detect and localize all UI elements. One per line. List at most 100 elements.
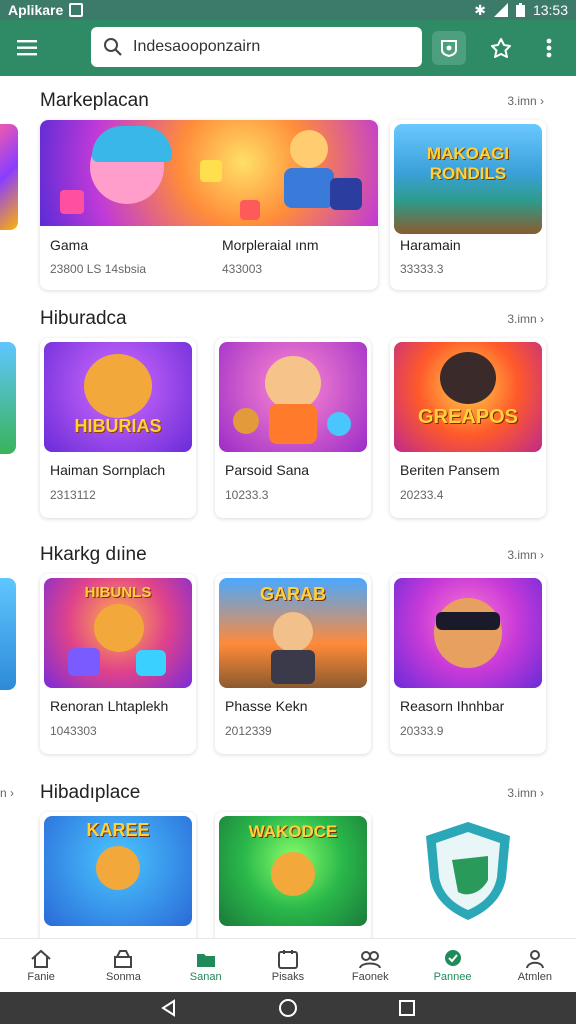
nav-item-sonma[interactable]: Sonma — [82, 939, 164, 992]
section-hibadiplace: Hibadıplace 3.imn › n › KAREE WAKODCE — [0, 782, 576, 938]
see-more-link[interactable]: 3.imn › — [507, 312, 544, 326]
star-share-icon — [491, 38, 511, 58]
card-thumbnail: GREAPOS — [394, 342, 542, 452]
card-thumbnail: GARAB — [219, 578, 367, 688]
main-content: Markeplacan 3.imn › Gama 23800 LS 14sbsi… — [0, 76, 576, 938]
bottom-navigation: Fanie Sonma Sanan Pisaks Faonek Pannee A… — [0, 938, 576, 992]
store-icon — [114, 949, 133, 968]
card-thumbnail — [394, 578, 542, 688]
thumb-caption: HIBURIAS — [74, 416, 162, 436]
left-peek-card[interactable] — [0, 578, 16, 690]
nav-item-atmlen[interactable]: Atmlen — [494, 939, 576, 992]
thumb-caption: WAKODCE — [248, 822, 338, 841]
card-meta: 33333.3 — [400, 262, 444, 276]
card-meta: 20233.4 — [400, 488, 444, 502]
recents-icon[interactable] — [398, 999, 416, 1017]
nav-label: Fanie — [27, 970, 55, 983]
home-icon — [31, 949, 51, 968]
game-card[interactable]: Parsoid Sana 10233.3 — [215, 338, 371, 518]
card-meta: 23800 LS 14sbsia — [50, 262, 147, 276]
nav-item-fanie[interactable]: Fanie — [0, 939, 82, 992]
card-thumbnail: KAREE — [44, 816, 192, 926]
thumb-caption: KAREE — [86, 820, 150, 840]
left-peek-card[interactable] — [0, 342, 16, 454]
card-meta: 2313112 — [50, 488, 96, 502]
card-thumbnail — [219, 342, 367, 452]
menu-icon[interactable] — [0, 20, 56, 76]
search-bar[interactable] — [91, 27, 422, 67]
left-peek-card[interactable] — [0, 124, 18, 230]
see-more-label: 3.imn — [507, 786, 537, 800]
card-thumbnail: HIBUNLS — [44, 578, 192, 688]
share-button[interactable] — [481, 28, 521, 68]
card-meta: 10233.3 — [225, 488, 269, 502]
card-thumbnail: WAKODCE — [219, 816, 367, 926]
game-card[interactable]: Reasorn Ihnhbar 20333.9 — [390, 574, 546, 754]
vibrate-icon: ✱ — [474, 1, 486, 18]
section-title: Hibadıplace — [40, 782, 141, 803]
nav-item-pannee[interactable]: Pannee — [411, 939, 493, 992]
card-thumbnail: MAKOAGI RONDILS — [394, 124, 542, 234]
see-more-link[interactable]: 3.imn › — [507, 786, 544, 800]
card-thumbnail — [40, 120, 378, 226]
nav-item-pisaks[interactable]: Pisaks — [247, 939, 329, 992]
folder-icon — [196, 953, 215, 967]
back-icon[interactable] — [160, 999, 178, 1017]
nav-item-sanan[interactable]: Sanan — [165, 939, 247, 992]
thumb-caption: GARAB — [260, 584, 326, 604]
card-title: Gama — [50, 237, 89, 253]
game-card[interactable]: MAKOAGI RONDILS Haramain 33333.3 — [390, 120, 546, 290]
thumb-caption: GREAPOS — [417, 406, 519, 428]
nav-label: Atmlen — [517, 970, 552, 983]
game-card[interactable]: GREAPOS Beriten Pansem 20233.4 — [390, 338, 546, 518]
card-meta: 1043303 — [50, 724, 97, 738]
thumb-caption: MAKOAGI RONDILS — [426, 144, 510, 183]
shield-app-card[interactable] — [390, 812, 546, 938]
see-more-link[interactable]: 3.imn › — [507, 548, 544, 562]
game-card[interactable]: HIBUNLS Renoran Lhtaplekh 1043303 — [40, 574, 196, 754]
section-hiburadca: Hiburadca 3.imn › HIBURIAS Haiman Sornpl… — [0, 308, 576, 523]
app-screen: { "status": { "app_name": "Aplikare", "t… — [0, 0, 576, 1024]
shield-icon — [441, 40, 457, 58]
search-icon — [104, 38, 122, 56]
section-title: Hkarkg dıine — [40, 544, 147, 565]
status-time: 13:53 — [532, 2, 568, 18]
game-card[interactable]: KAREE — [40, 812, 196, 938]
card-thumbnail — [394, 816, 542, 926]
nav-label: Faonek — [351, 970, 389, 983]
see-more-link[interactable]: 3.imn › — [507, 94, 544, 108]
status-app-name: Aplikare — [8, 2, 64, 18]
card-title: Morpleraial ınm — [222, 237, 319, 253]
nav-item-faonek[interactable]: Faonek — [329, 939, 411, 992]
location-icon — [444, 949, 461, 966]
people-icon — [359, 950, 382, 968]
more-vert-icon — [546, 38, 552, 58]
badge-button[interactable] — [432, 31, 466, 65]
see-more-label: 3.imn — [507, 548, 537, 562]
system-navigation-bar — [0, 992, 576, 1024]
calendar-icon — [277, 949, 298, 969]
shield-app-icon — [426, 822, 510, 920]
card-title: Beriten Pansem — [400, 462, 500, 478]
card-title: Reasorn Ihnhbar — [400, 698, 505, 714]
home-circle-icon[interactable] — [278, 998, 298, 1018]
card-title: Phasse Kekn — [225, 698, 308, 714]
left-peek-more-label: n › — [0, 786, 15, 800]
card-title: Renoran Lhtaplekh — [50, 698, 169, 714]
game-card[interactable]: GARAB Phasse Kekn 2012339 — [215, 574, 371, 754]
signal-icon — [493, 3, 508, 17]
battery-icon — [515, 3, 525, 17]
card-meta: 433003 — [222, 262, 263, 276]
card-meta: 2012339 — [225, 724, 272, 738]
card-thumbnail: HIBURIAS — [44, 342, 192, 452]
section-title: Markeplacan — [40, 90, 149, 111]
section-hkarkg: Hkarkg dıine 3.imn › HIBUNLS Renoran Lht… — [0, 544, 576, 759]
section-title: Hiburadca — [40, 308, 127, 329]
game-card[interactable]: WAKODCE — [215, 812, 371, 938]
search-input[interactable] — [133, 38, 403, 56]
featured-card-wide[interactable]: Gama 23800 LS 14sbsia Morpleraial ınm 43… — [40, 120, 378, 290]
overflow-menu-button[interactable] — [529, 28, 569, 68]
profile-icon — [525, 949, 544, 968]
game-card[interactable]: HIBURIAS Haiman Sornplach 2313112 — [40, 338, 196, 518]
see-more-label: 3.imn — [507, 312, 537, 326]
